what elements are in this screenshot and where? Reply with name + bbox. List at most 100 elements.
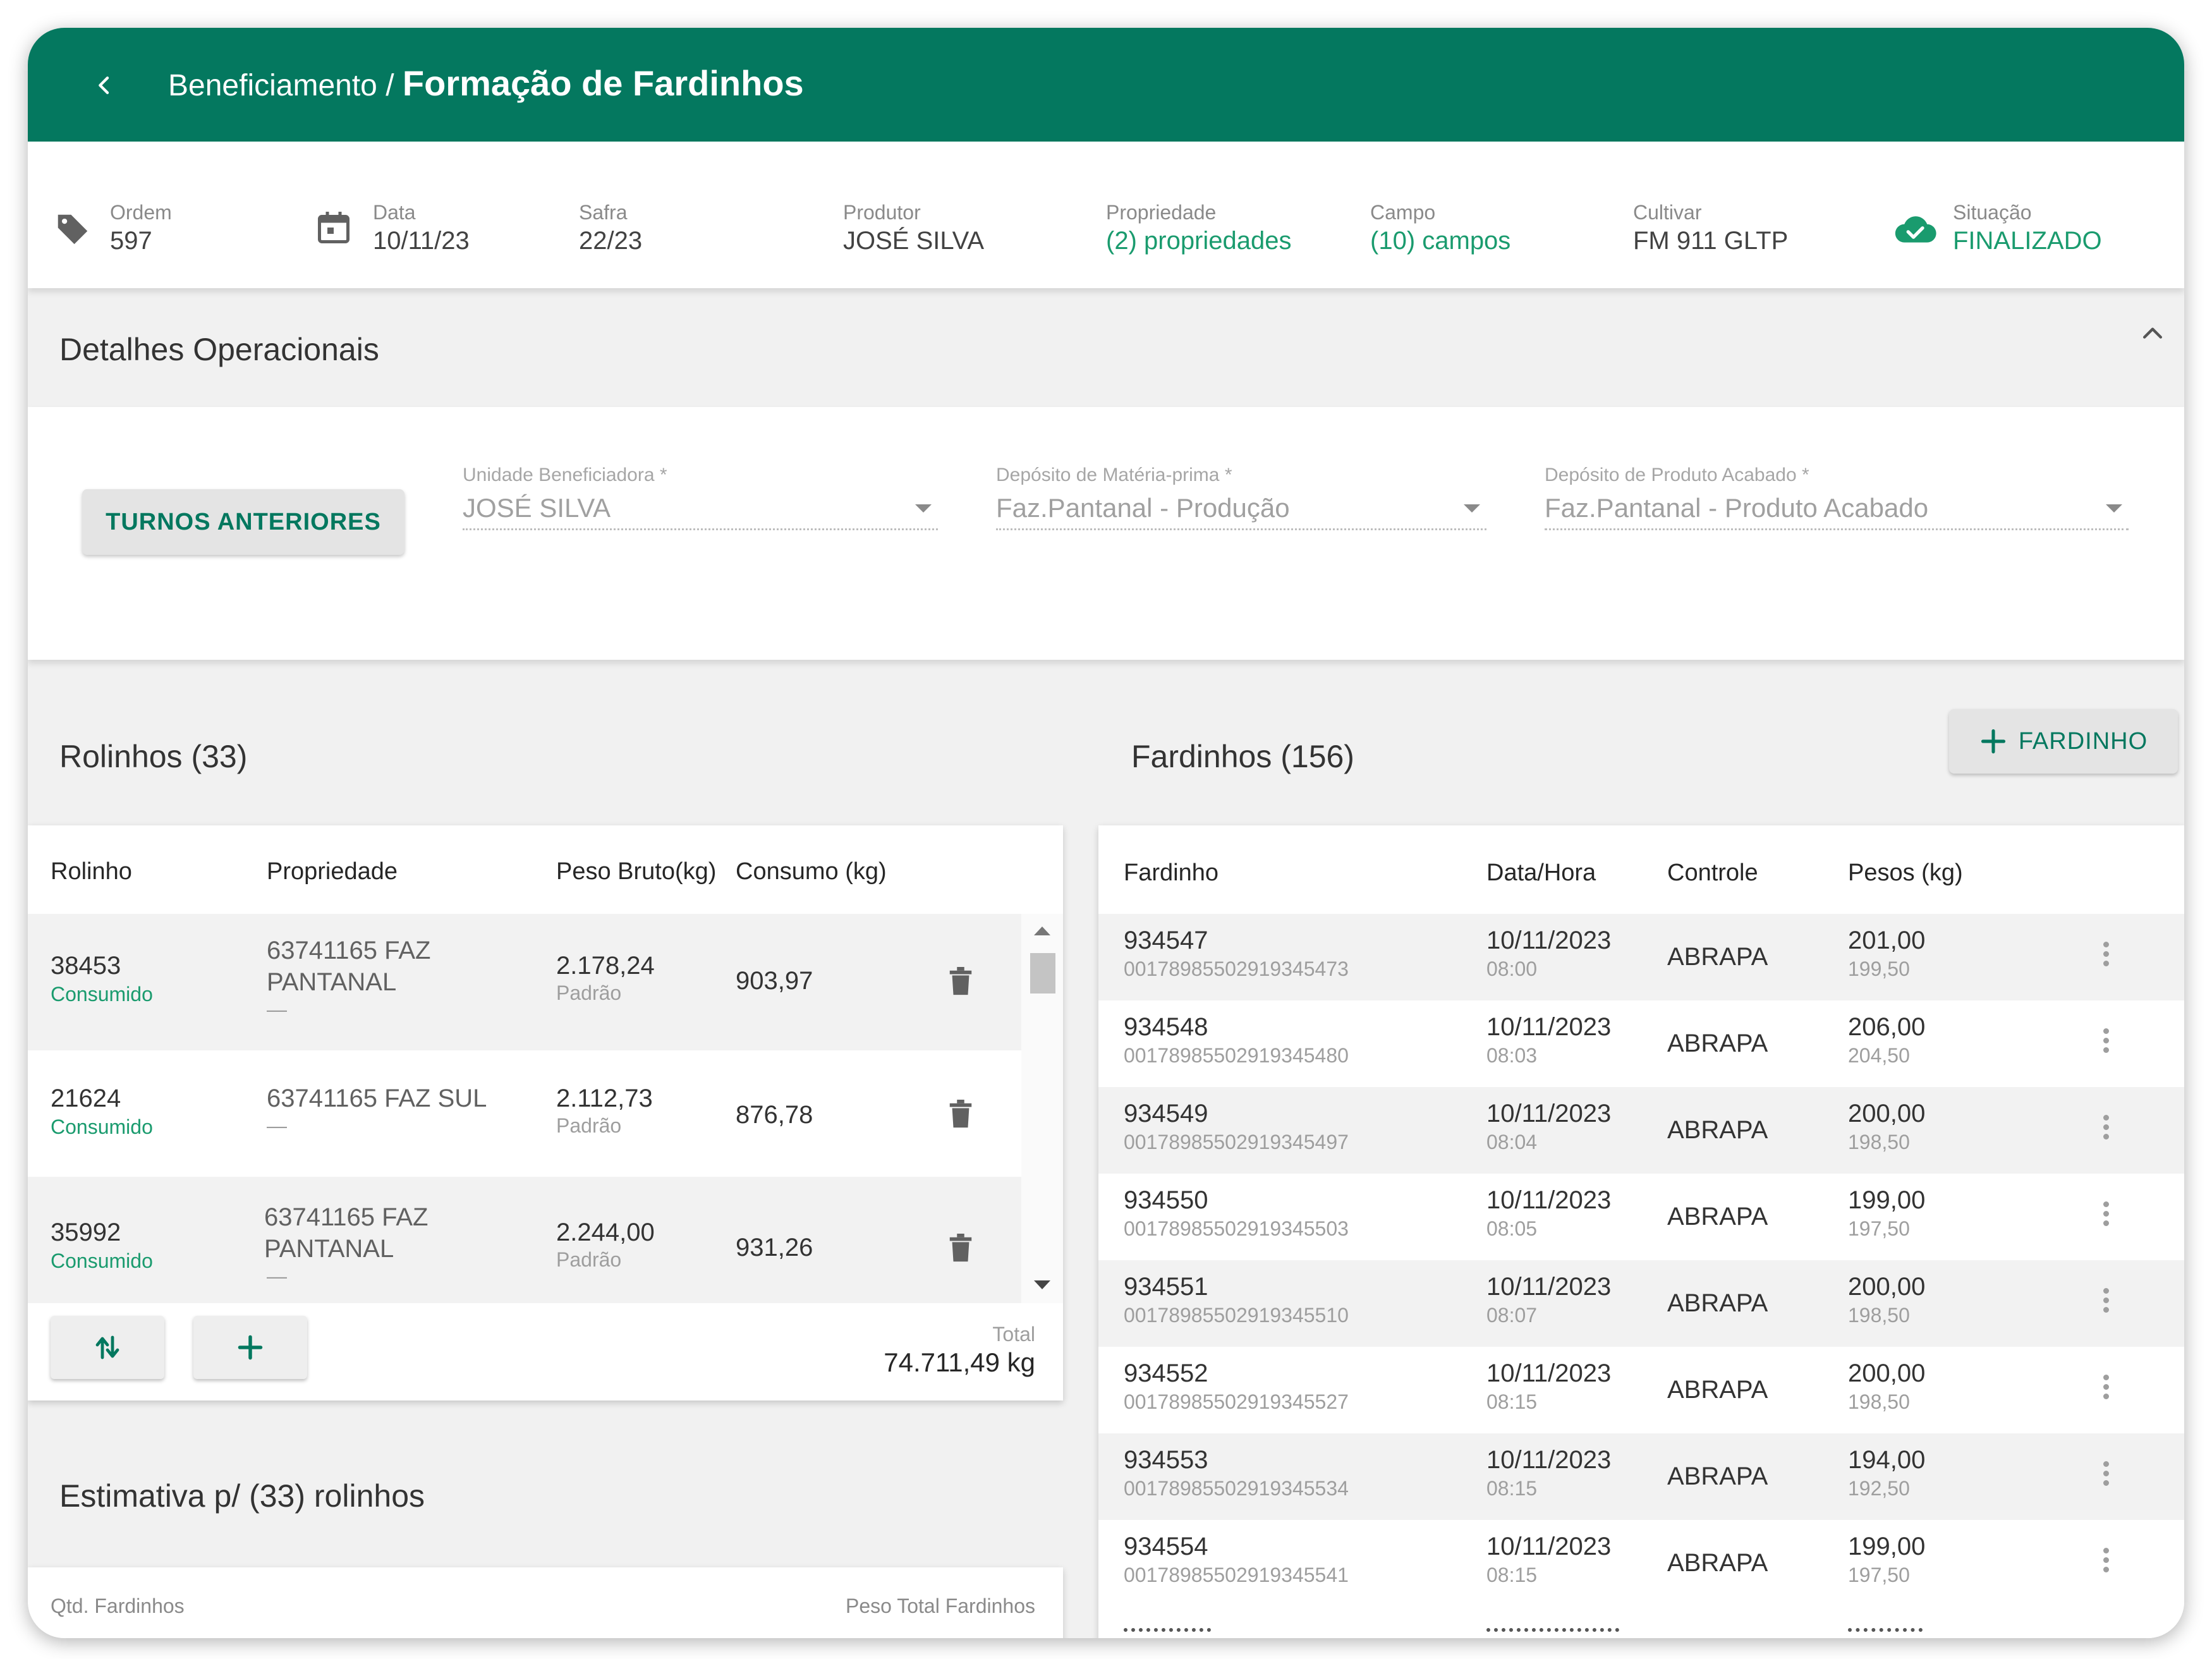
- column-header-data-hora[interactable]: Data/Hora: [1486, 860, 1596, 887]
- sort-button[interactable]: [51, 1316, 164, 1379]
- info-label: Ordem: [110, 201, 172, 224]
- plus-icon: [1981, 729, 2005, 754]
- total-value: 74.711,49 kg: [884, 1347, 1035, 1377]
- fardinho-id: 934552: [1124, 1359, 1208, 1387]
- info-situacao: Situação FINALIZADO: [1953, 200, 2102, 257]
- breadcrumb[interactable]: Beneficiamento /: [168, 69, 394, 102]
- more-vert-icon[interactable]: [2103, 1111, 2110, 1143]
- fardinho-time: 08:04: [1486, 1131, 1538, 1153]
- rolinho-status: Consumido: [51, 983, 153, 1006]
- more-vert-icon[interactable]: [2103, 1198, 2110, 1230]
- fardinho-peso: 199,00: [1848, 1186, 1926, 1214]
- fardinho-peso: 199,00: [1848, 1533, 1926, 1560]
- delete-icon[interactable]: [948, 1234, 973, 1263]
- info-label: Situação: [1953, 201, 2032, 224]
- fardinho-controle: ABRAPA: [1667, 1203, 1768, 1231]
- deposito-materia-prima-select[interactable]: Depósito de Matéria-prima * Faz.Pantanal…: [996, 463, 1486, 530]
- table-row[interactable]: 35992 Consumido 63741165 FAZ PANTANAL — …: [28, 1177, 1021, 1303]
- propriedades-link[interactable]: (2) propriedades: [1106, 225, 1292, 257]
- operational-details-card: TURNOS ANTERIORES Unidade Beneficiadora …: [28, 407, 2184, 660]
- scroll-down-arrow-icon[interactable]: [1034, 1280, 1050, 1291]
- table-row[interactable]: 21624 Consumido 63741165 FAZ SUL — 2.112…: [28, 1050, 1021, 1177]
- column-header-peso-bruto[interactable]: Peso Bruto(kg): [556, 858, 716, 885]
- table-row[interactable]: 38453 Consumido 63741165 FAZ PANTANAL — …: [28, 914, 1021, 1050]
- field-value: Faz.Pantanal - Produto Acabado: [1545, 488, 2129, 530]
- rolinho-consumo: 931,26: [736, 1234, 813, 1261]
- rolinho-id: 21624: [51, 1085, 121, 1112]
- table-row-partial: [1098, 1605, 2184, 1638]
- fardinho-date: 10/11/2023: [1486, 1273, 1612, 1301]
- fardinho-controle: ABRAPA: [1667, 1549, 1768, 1577]
- order-info-header: Ordem 597 Data 10/11/23 Safra 22/23 Prod…: [28, 142, 2184, 288]
- column-header-consumo[interactable]: Consumo (kg): [736, 858, 887, 885]
- fardinho-id: 934547: [1124, 927, 1208, 954]
- field-value: JOSÉ SILVA: [463, 488, 938, 530]
- table-row[interactable]: 934548 00178985502919345480 10/11/2023 08:0…: [1098, 1000, 2184, 1087]
- info-cultivar: Cultivar FM 911 GLTP: [1633, 200, 1788, 257]
- fardinho-peso-liquido: 199,50: [1848, 957, 1910, 980]
- column-header-propriedade[interactable]: Propriedade: [267, 858, 398, 885]
- rolinho-campo: —: [267, 998, 287, 1021]
- table-row[interactable]: 934547 00178985502919345473 10/11/2023 08:0…: [1098, 914, 2184, 1000]
- scroll-up-arrow-icon[interactable]: [1034, 925, 1050, 935]
- fardinho-peso: 194,00: [1848, 1446, 1926, 1474]
- fardinho-controle: ABRAPA: [1667, 1116, 1768, 1144]
- more-vert-icon[interactable]: [2103, 1024, 2110, 1057]
- campos-link[interactable]: (10) campos: [1370, 225, 1510, 257]
- fardinho-controle: ABRAPA: [1667, 1030, 1768, 1057]
- table-row[interactable]: 934552 00178985502919345527 10/11/2023 08:1…: [1098, 1347, 2184, 1433]
- info-label: Produtor: [843, 201, 921, 224]
- rolinho-id: 35992: [51, 1218, 121, 1246]
- field-label: Unidade Beneficiadora *: [463, 465, 667, 485]
- column-header-rolinho[interactable]: Rolinho: [51, 858, 132, 885]
- delete-icon[interactable]: [948, 967, 973, 996]
- info-value: 22/23: [579, 227, 643, 255]
- fardinho-time: 08:15: [1486, 1477, 1538, 1500]
- add-rolinho-button[interactable]: [193, 1316, 307, 1379]
- tag-icon: [58, 214, 88, 245]
- table-row[interactable]: 934553 00178985502919345534 10/11/2023 08:1…: [1098, 1433, 2184, 1520]
- column-header-pesos[interactable]: Pesos (kg): [1848, 860, 1963, 887]
- back-button[interactable]: [82, 63, 126, 107]
- more-vert-icon[interactable]: [2103, 1371, 2110, 1403]
- total-label: Total: [992, 1323, 1035, 1346]
- info-ordem: Ordem 597: [110, 200, 172, 257]
- add-fardinho-button[interactable]: FARDINHO: [1949, 709, 2178, 774]
- info-label: Data: [373, 201, 416, 224]
- info-safra: Safra 22/23: [579, 200, 642, 257]
- scrollbar[interactable]: [1021, 914, 1063, 1303]
- table-row[interactable]: 934554 00178985502919345541 10/11/2023 08:1…: [1098, 1520, 2184, 1607]
- peso-total-label: Peso Total Fardinhos: [845, 1595, 1035, 1617]
- turnos-anteriores-button[interactable]: TURNOS ANTERIORES: [82, 489, 404, 555]
- fardinho-peso: 206,00: [1848, 1013, 1926, 1041]
- table-row[interactable]: 934551 00178985502919345510 10/11/2023 08:0…: [1098, 1260, 2184, 1347]
- info-produtor: Produtor JOSÉ SILVA: [843, 200, 984, 257]
- plus-icon: [238, 1335, 263, 1360]
- delete-icon[interactable]: [948, 1100, 973, 1129]
- deposito-produto-acabado-select[interactable]: Depósito de Produto Acabado * Faz.Pantan…: [1545, 463, 2129, 530]
- scrollbar-thumb[interactable]: [1030, 953, 1055, 994]
- more-vert-icon[interactable]: [2103, 938, 2110, 970]
- more-vert-icon[interactable]: [2103, 1284, 2110, 1316]
- table-row[interactable]: 934550 00178985502919345503 10/11/2023 08:0…: [1098, 1174, 2184, 1260]
- column-header-fardinho[interactable]: Fardinho: [1124, 860, 1218, 887]
- column-header-controle[interactable]: Controle: [1667, 860, 1758, 887]
- more-vert-icon[interactable]: [2103, 1457, 2110, 1490]
- more-vert-icon[interactable]: [2103, 1544, 2110, 1576]
- chevron-up-icon[interactable]: [2139, 320, 2166, 348]
- fardinho-controle: ABRAPA: [1667, 1289, 1768, 1317]
- fardinho-code: 00178985502919345510: [1124, 1304, 1349, 1327]
- table-row[interactable]: 934549 00178985502919345497 10/11/2023 08:0…: [1098, 1087, 2184, 1174]
- fardinho-peso: 200,00: [1848, 1273, 1926, 1301]
- status-badge: FINALIZADO: [1953, 227, 2102, 255]
- app-window: Beneficiamento / Formação de Fardinhos O…: [28, 28, 2184, 1638]
- unidade-beneficiadora-select[interactable]: Unidade Beneficiadora * JOSÉ SILVA: [463, 463, 938, 530]
- add-fardinho-label: FARDINHO: [2018, 727, 2148, 755]
- fardinho-time: 08:03: [1486, 1044, 1538, 1067]
- fardinho-id: 934548: [1124, 1013, 1208, 1041]
- fardinho-peso-liquido: 197,50: [1848, 1564, 1910, 1586]
- page-title-text: Formação de Fardinhos: [402, 63, 804, 103]
- selected-value: Faz.Pantanal - Produção: [996, 493, 1290, 523]
- fardinho-date: 10/11/2023: [1486, 1533, 1612, 1560]
- rolinho-id: 38453: [51, 952, 121, 980]
